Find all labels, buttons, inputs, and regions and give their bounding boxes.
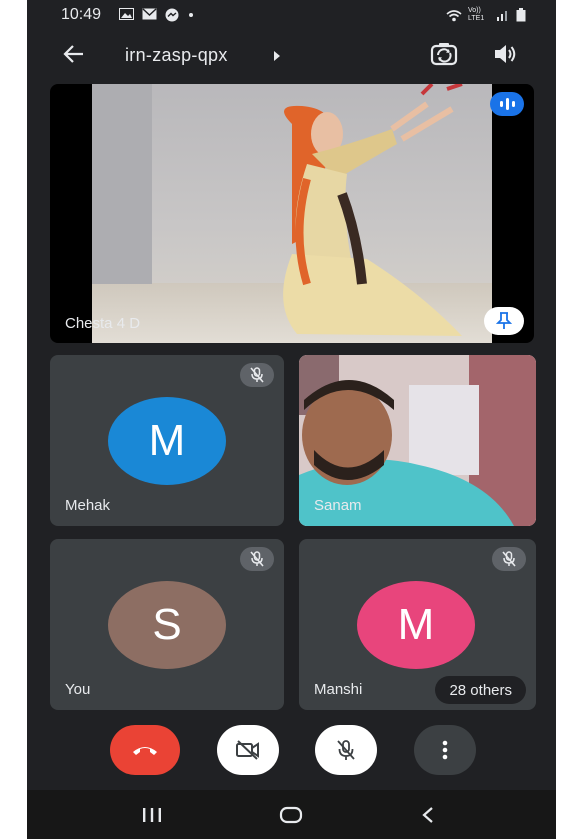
android-nav-bar bbox=[27, 790, 556, 839]
back-nav-icon[interactable] bbox=[421, 806, 435, 824]
participant-name: You bbox=[65, 681, 91, 698]
mic-off-icon bbox=[337, 740, 355, 760]
wifi-icon bbox=[446, 9, 462, 21]
audio-level-icon bbox=[490, 92, 524, 116]
call-controls bbox=[27, 725, 556, 785]
speaker-icon[interactable] bbox=[492, 42, 518, 66]
participant-name: Mehak bbox=[65, 497, 111, 514]
mic-off-icon bbox=[492, 547, 526, 571]
app-bar: irn-zasp-qpx bbox=[27, 36, 556, 76]
participant-name: Chesta 4 D bbox=[65, 315, 141, 332]
mic-off-icon bbox=[240, 363, 274, 387]
more-vert-icon bbox=[442, 740, 448, 760]
camera-off-icon bbox=[236, 740, 259, 760]
avatar: M bbox=[357, 581, 475, 669]
participant-tile-sanam[interactable]: Sanam bbox=[299, 355, 536, 526]
status-right-icons: Vo)) LTE1 bbox=[446, 7, 526, 23]
mic-off-icon bbox=[240, 547, 274, 571]
avatar: S bbox=[108, 581, 226, 669]
battery-icon bbox=[516, 8, 526, 22]
participant-tile-mehak[interactable]: M Mehak bbox=[50, 355, 284, 526]
others-count-button[interactable]: 28 others bbox=[435, 676, 526, 704]
home-icon[interactable] bbox=[279, 806, 303, 824]
camera-toggle-button[interactable] bbox=[217, 725, 279, 775]
avatar: M bbox=[108, 397, 226, 485]
pin-icon bbox=[496, 312, 512, 329]
more-options-button[interactable] bbox=[414, 725, 476, 775]
status-time: 10:49 bbox=[61, 6, 102, 23]
caret-right-icon[interactable] bbox=[273, 50, 281, 62]
pin-button[interactable] bbox=[484, 307, 524, 335]
participant-name: Manshi bbox=[314, 681, 363, 698]
switch-camera-icon[interactable] bbox=[430, 41, 458, 67]
dot-notification-icon bbox=[189, 13, 193, 17]
messenger-notification-icon bbox=[165, 8, 179, 22]
main-video-tile[interactable]: Chesta 4 D bbox=[50, 84, 534, 343]
participant-tile-manshi[interactable]: M Manshi 28 others bbox=[299, 539, 536, 710]
signal-icon bbox=[497, 11, 507, 21]
participant-name: Sanam bbox=[314, 497, 362, 514]
recent-apps-icon[interactable] bbox=[141, 806, 163, 824]
notification-icons bbox=[119, 8, 195, 22]
end-call-button[interactable] bbox=[110, 725, 180, 775]
mail-notification-icon bbox=[142, 8, 157, 20]
status-bar: 10:49 Vo)) LTE1 bbox=[27, 0, 556, 30]
end-call-icon bbox=[133, 747, 157, 755]
back-arrow-icon[interactable] bbox=[63, 43, 85, 65]
network-type-label: Vo)) LTE1 bbox=[468, 7, 485, 22]
meeting-code[interactable]: irn-zasp-qpx bbox=[125, 45, 228, 66]
meet-screen: 10:49 Vo)) LTE1 irn-zasp-qpx Chesta 4 D … bbox=[27, 0, 556, 839]
participant-tile-you[interactable]: S You bbox=[50, 539, 284, 710]
gallery-notification-icon bbox=[119, 8, 134, 20]
mic-toggle-button[interactable] bbox=[315, 725, 377, 775]
video-subject-image bbox=[92, 84, 463, 336]
main-video-feed bbox=[92, 84, 492, 343]
